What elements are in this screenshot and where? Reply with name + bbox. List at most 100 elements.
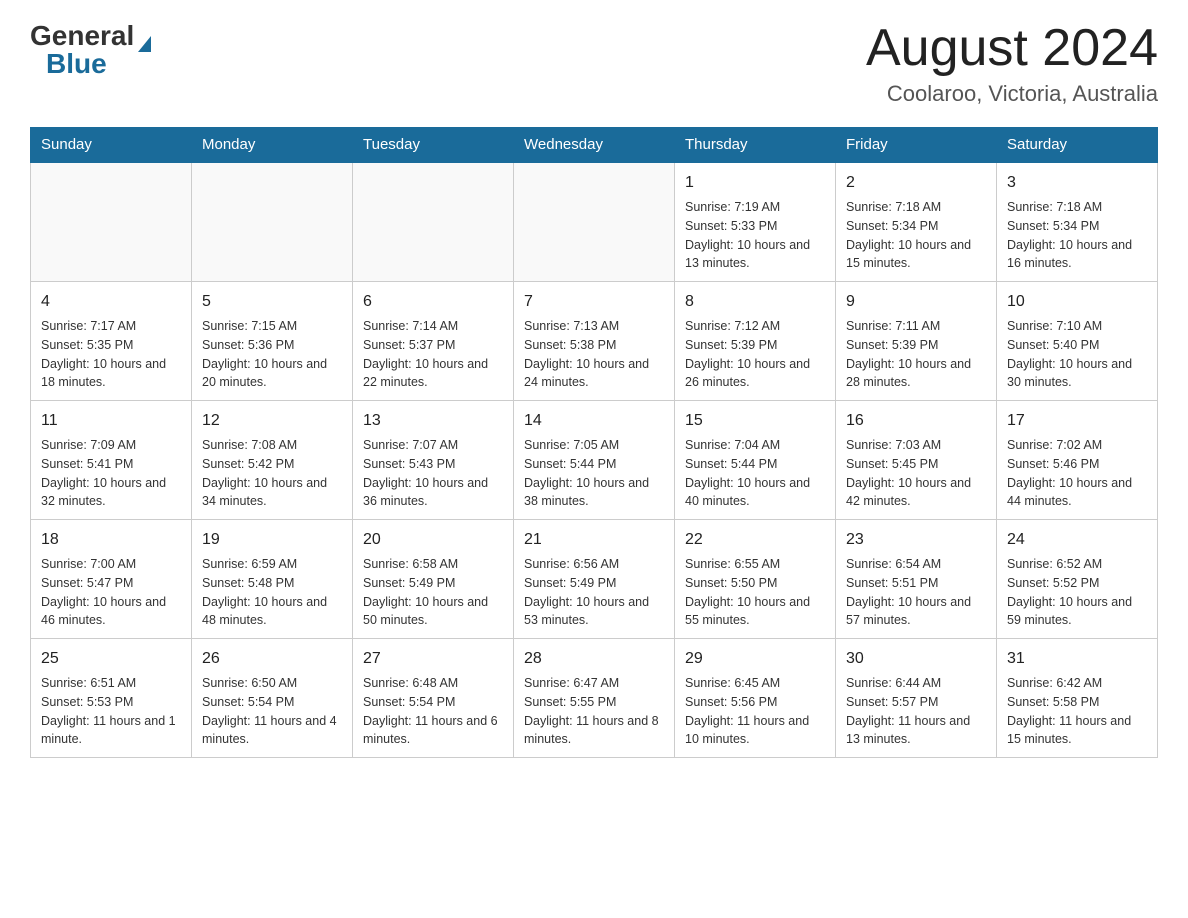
sunset-text: Sunset: 5:39 PM (685, 336, 825, 355)
sunrise-text: Sunrise: 7:08 AM (202, 436, 342, 455)
sunset-text: Sunset: 5:48 PM (202, 574, 342, 593)
daylight-text: Daylight: 10 hours and 24 minutes. (524, 355, 664, 393)
sunset-text: Sunset: 5:45 PM (846, 455, 986, 474)
sunset-text: Sunset: 5:36 PM (202, 336, 342, 355)
sunrise-text: Sunrise: 7:10 AM (1007, 317, 1147, 336)
sunrise-text: Sunrise: 7:04 AM (685, 436, 825, 455)
day-number: 24 (1007, 528, 1147, 552)
calendar-title-block: August 2024 Coolaroo, Victoria, Australi… (866, 20, 1158, 107)
sunrise-text: Sunrise: 7:18 AM (846, 198, 986, 217)
sunset-text: Sunset: 5:57 PM (846, 693, 986, 712)
col-wednesday: Wednesday (514, 128, 675, 163)
sunset-text: Sunset: 5:46 PM (1007, 455, 1147, 474)
sunrise-text: Sunrise: 6:51 AM (41, 674, 181, 693)
day-number: 5 (202, 290, 342, 314)
col-friday: Friday (836, 128, 997, 163)
daylight-text: Daylight: 10 hours and 53 minutes. (524, 593, 664, 631)
col-monday: Monday (192, 128, 353, 163)
sunset-text: Sunset: 5:49 PM (524, 574, 664, 593)
calendar-title: August 2024 (866, 20, 1158, 77)
daylight-text: Daylight: 10 hours and 28 minutes. (846, 355, 986, 393)
sunrise-text: Sunrise: 6:55 AM (685, 555, 825, 574)
day-number: 13 (363, 409, 503, 433)
daylight-text: Daylight: 10 hours and 55 minutes. (685, 593, 825, 631)
daylight-text: Daylight: 10 hours and 44 minutes. (1007, 474, 1147, 512)
daylight-text: Daylight: 10 hours and 38 minutes. (524, 474, 664, 512)
calendar-cell-w1-d3 (353, 162, 514, 282)
calendar-cell-w3-d3: 13Sunrise: 7:07 AMSunset: 5:43 PMDayligh… (353, 401, 514, 520)
day-number: 23 (846, 528, 986, 552)
sunrise-text: Sunrise: 7:09 AM (41, 436, 181, 455)
col-sunday: Sunday (31, 128, 192, 163)
sunset-text: Sunset: 5:54 PM (202, 693, 342, 712)
sunrise-text: Sunrise: 7:07 AM (363, 436, 503, 455)
day-number: 12 (202, 409, 342, 433)
calendar-cell-w3-d1: 11Sunrise: 7:09 AMSunset: 5:41 PMDayligh… (31, 401, 192, 520)
sunset-text: Sunset: 5:47 PM (41, 574, 181, 593)
calendar-week-1: 1Sunrise: 7:19 AMSunset: 5:33 PMDaylight… (31, 162, 1158, 282)
day-number: 18 (41, 528, 181, 552)
sunrise-text: Sunrise: 6:45 AM (685, 674, 825, 693)
sunrise-text: Sunrise: 7:05 AM (524, 436, 664, 455)
day-number: 26 (202, 647, 342, 671)
sunset-text: Sunset: 5:34 PM (846, 217, 986, 236)
sunrise-text: Sunrise: 6:58 AM (363, 555, 503, 574)
daylight-text: Daylight: 11 hours and 8 minutes. (524, 712, 664, 750)
calendar-cell-w4-d1: 18Sunrise: 7:00 AMSunset: 5:47 PMDayligh… (31, 520, 192, 639)
calendar-table: Sunday Monday Tuesday Wednesday Thursday… (30, 127, 1158, 758)
day-number: 25 (41, 647, 181, 671)
daylight-text: Daylight: 10 hours and 22 minutes. (363, 355, 503, 393)
calendar-week-3: 11Sunrise: 7:09 AMSunset: 5:41 PMDayligh… (31, 401, 1158, 520)
sunrise-text: Sunrise: 7:17 AM (41, 317, 181, 336)
daylight-text: Daylight: 10 hours and 16 minutes. (1007, 236, 1147, 274)
sunset-text: Sunset: 5:58 PM (1007, 693, 1147, 712)
daylight-text: Daylight: 10 hours and 30 minutes. (1007, 355, 1147, 393)
calendar-cell-w5-d3: 27Sunrise: 6:48 AMSunset: 5:54 PMDayligh… (353, 639, 514, 758)
calendar-cell-w1-d7: 3Sunrise: 7:18 AMSunset: 5:34 PMDaylight… (997, 162, 1158, 282)
day-number: 4 (41, 290, 181, 314)
daylight-text: Daylight: 10 hours and 26 minutes. (685, 355, 825, 393)
sunset-text: Sunset: 5:37 PM (363, 336, 503, 355)
sunrise-text: Sunrise: 6:47 AM (524, 674, 664, 693)
sunrise-text: Sunrise: 7:18 AM (1007, 198, 1147, 217)
sunrise-text: Sunrise: 7:15 AM (202, 317, 342, 336)
calendar-cell-w4-d4: 21 Sunrise: 6:56 AMSunset: 5:49 PMDayligh… (514, 520, 675, 639)
sunrise-text: Sunrise: 7:03 AM (846, 436, 986, 455)
sunrise-text: Sunrise: 7:14 AM (363, 317, 503, 336)
day-number: 6 (363, 290, 503, 314)
day-number: 20 (363, 528, 503, 552)
daylight-text: Daylight: 11 hours and 4 minutes. (202, 712, 342, 750)
calendar-cell-w4-d5: 22Sunrise: 6:55 AMSunset: 5:50 PMDayligh… (675, 520, 836, 639)
page-header: General Blue August 2024 Coolaroo, Victo… (30, 20, 1158, 107)
daylight-text: Daylight: 10 hours and 20 minutes. (202, 355, 342, 393)
calendar-cell-w4-d2: 19Sunrise: 6:59 AMSunset: 5:48 PMDayligh… (192, 520, 353, 639)
calendar-cell-w5-d6: 30Sunrise: 6:44 AMSunset: 5:57 PMDayligh… (836, 639, 997, 758)
daylight-text: Daylight: 11 hours and 10 minutes. (685, 712, 825, 750)
daylight-text: Daylight: 10 hours and 42 minutes. (846, 474, 986, 512)
day-number: 31 (1007, 647, 1147, 671)
day-number: 3 (1007, 171, 1147, 195)
logo: General Blue (30, 20, 151, 80)
daylight-text: Daylight: 11 hours and 6 minutes. (363, 712, 503, 750)
calendar-week-2: 4 Sunrise: 7:17 AMSunset: 5:35 PM Daylight… (31, 282, 1158, 401)
calendar-cell-w5-d5: 29Sunrise: 6:45 AMSunset: 5:56 PMDayligh… (675, 639, 836, 758)
day-number: 9 (846, 290, 986, 314)
sunset-text: Sunset: 5:41 PM (41, 455, 181, 474)
sunset-text: Sunset: 5:51 PM (846, 574, 986, 593)
calendar-cell-w3-d5: 15Sunrise: 7:04 AMSunset: 5:44 PMDayligh… (675, 401, 836, 520)
sunrise-text: Sunrise: 6:56 AM (524, 555, 664, 574)
sunset-text: Sunset: 5:43 PM (363, 455, 503, 474)
daylight-text: Daylight: 10 hours and 15 minutes. (846, 236, 986, 274)
calendar-cell-w2-d7: 10Sunrise: 7:10 AMSunset: 5:40 PMDayligh… (997, 282, 1158, 401)
sunrise-text: Sunrise: 7:12 AM (685, 317, 825, 336)
day-number: 21 (524, 528, 664, 552)
daylight-text: Daylight: 11 hours and 1 minute. (41, 712, 181, 750)
day-number: 28 (524, 647, 664, 671)
calendar-cell-w2-d3: 6 Sunrise: 7:14 AMSunset: 5:37 PMDaylight… (353, 282, 514, 401)
sunrise-text: Sunrise: 6:52 AM (1007, 555, 1147, 574)
calendar-cell-w2-d6: 9Sunrise: 7:11 AMSunset: 5:39 PMDaylight… (836, 282, 997, 401)
sunset-text: Sunset: 5:35 PM (41, 336, 181, 355)
daylight-text: Daylight: 10 hours and 50 minutes. (363, 593, 503, 631)
day-number: 2 (846, 171, 986, 195)
sunrise-text: Sunrise: 7:11 AM (846, 317, 986, 336)
